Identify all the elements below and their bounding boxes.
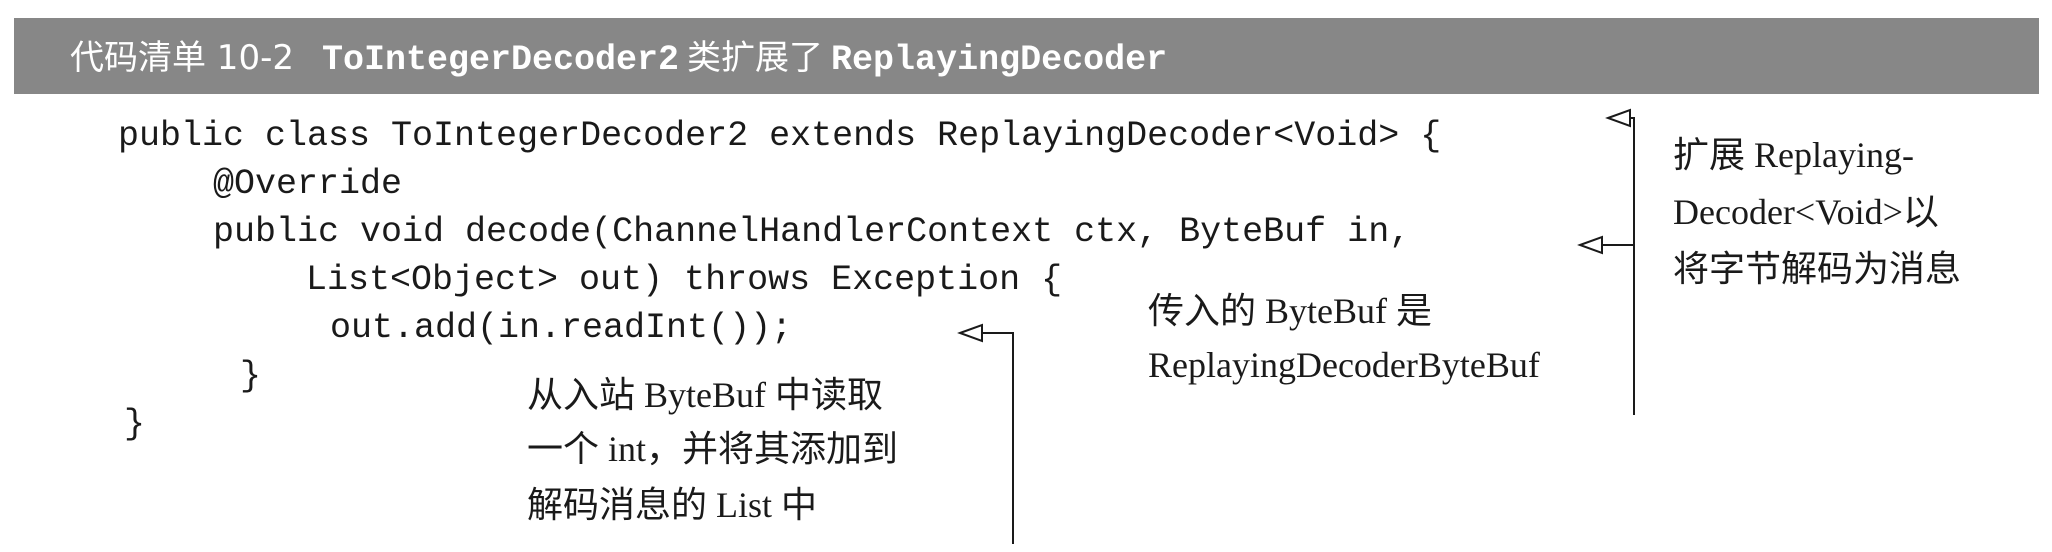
annotation-read-int-line-3: 解码消息的 List 中 (527, 485, 818, 525)
annotation-extend-line-1: 扩展 Replaying- (1673, 135, 1914, 175)
callout-line-extend (1608, 117, 1635, 305)
arrow-head-extend (1605, 108, 1631, 128)
arrow-head-read-int (957, 323, 983, 343)
callout-line-bytebuf (1580, 244, 1635, 415)
callout-line-read-int (960, 332, 1014, 544)
annotation-extend-line-2: Decoder<Void>以 (1673, 192, 1939, 232)
annotation-extend-line-3: 将字节解码为消息 (1673, 249, 1962, 289)
annotation-bytebuf-line-1: 传入的 ByteBuf 是 (1148, 291, 1432, 331)
annotation-read-int-line-1: 从入站 ByteBuf 中读取 (527, 375, 883, 415)
annotation-bytebuf-line-2: ReplayingDecoderByteBuf (1148, 345, 1540, 385)
annotation-read-int-line-2: 一个 int，并将其添加到 (527, 429, 899, 469)
arrow-head-bytebuf (1577, 235, 1603, 255)
